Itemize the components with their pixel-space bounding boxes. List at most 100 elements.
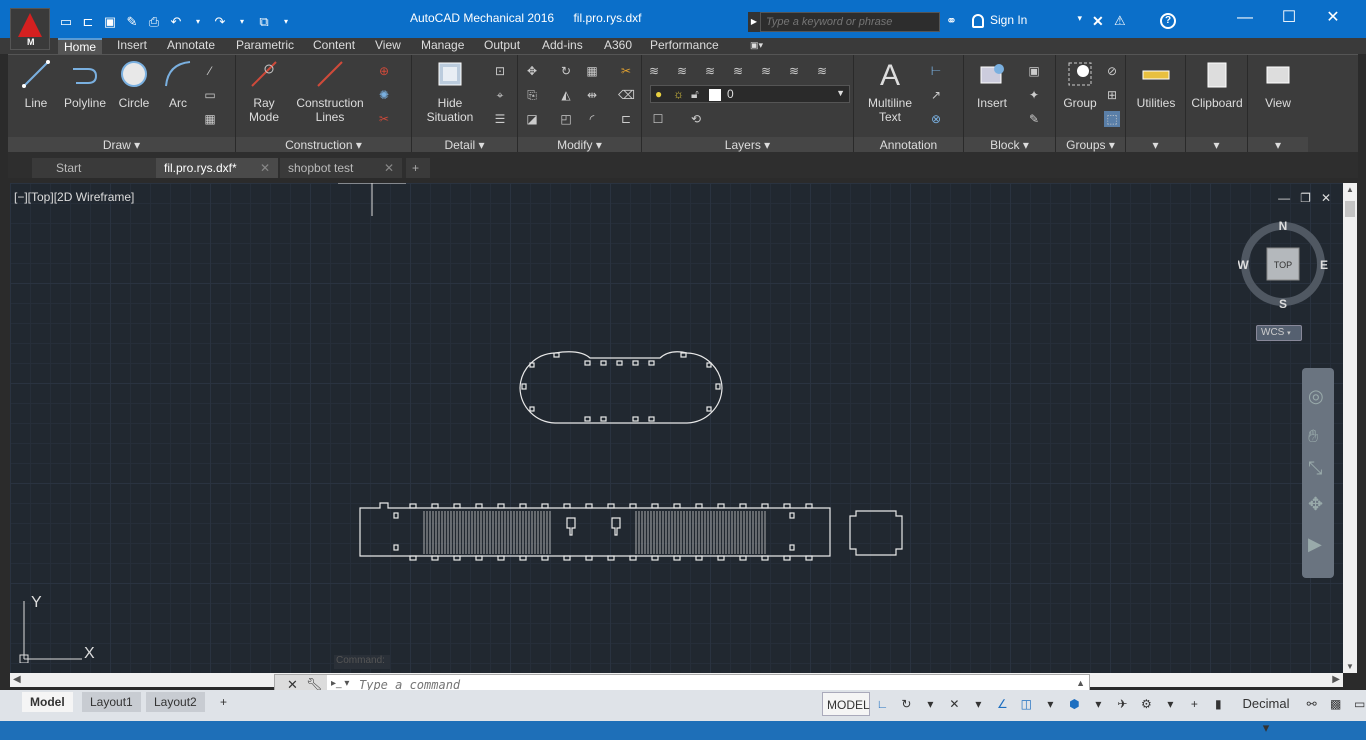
compass-south[interactable]: S [1279, 297, 1287, 309]
workspace-gear-icon[interactable]: ⚙ [1134, 692, 1158, 716]
scroll-left-icon[interactable]: ◀ [13, 674, 21, 685]
layer-previous-icon[interactable]: ≋ [730, 63, 746, 79]
panel-utilities[interactable]: Utilities ▾ [1126, 55, 1186, 153]
stretch-tool-icon[interactable]: ◪ [524, 111, 540, 127]
new-layout-button[interactable]: + [212, 692, 235, 712]
object-snap-dropdown-icon[interactable]: ▾ [1038, 692, 1062, 716]
print-icon[interactable]: ⎙ [146, 14, 162, 30]
view-cube[interactable]: TOP N S E W [1238, 219, 1328, 309]
tab-manage[interactable]: Manage [415, 38, 470, 54]
drawing-area[interactable]: [−][Top][2D Wireframe] — ❐ ✕ TOP N S E W… [10, 183, 1343, 673]
file-tab-shopbot[interactable]: shopbot test ✕ [280, 158, 402, 178]
layer-match-icon[interactable]: ≋ [702, 63, 718, 79]
clipboard-button[interactable]: Clipboard [1188, 59, 1246, 110]
tab-add-ins[interactable]: Add-ins [536, 38, 589, 54]
rotate-icon[interactable]: ↻ [558, 63, 574, 79]
tab-insert[interactable]: Insert [111, 38, 153, 54]
ray-mode-button[interactable]: Ray Mode [244, 59, 284, 124]
tab-performance[interactable]: Performance [644, 38, 725, 54]
new-tab-button[interactable]: + [406, 158, 430, 178]
minimize-button[interactable]: — [1230, 6, 1260, 30]
stretch-icon[interactable]: ⇹ [584, 87, 600, 103]
tab-a360[interactable]: A360 [598, 38, 638, 54]
detail-zoom-icon[interactable]: ⊡ [492, 63, 508, 79]
showmotion-icon[interactable]: ▶ [1308, 534, 1322, 555]
vertical-scroll-thumb[interactable] [1345, 201, 1355, 217]
redo-dropdown-icon[interactable]: ▾ [234, 14, 250, 30]
offset-icon[interactable]: ⊏ [618, 111, 634, 127]
clipboard-expand[interactable]: ▾ [1186, 137, 1247, 153]
hide-situation-button[interactable]: Hide Situation [422, 59, 478, 124]
object-snap-tracking-icon[interactable]: ∠ [990, 692, 1014, 716]
new-file-icon[interactable]: ▭ [58, 14, 74, 30]
utilities-button[interactable]: Utilities [1130, 59, 1182, 110]
close-icon[interactable]: ✕ [384, 158, 394, 178]
annotation-visibility-icon[interactable]: ✈ [1110, 692, 1134, 716]
move-icon[interactable]: ✥ [524, 63, 540, 79]
scroll-down-icon[interactable]: ▼ [1346, 662, 1354, 671]
orbit-icon[interactable]: ✥ [1308, 494, 1323, 515]
polar-dropdown-icon[interactable]: ▾ [918, 692, 942, 716]
application-menu-button[interactable]: M [10, 8, 50, 50]
groups-panel-title[interactable]: Groups ▾ [1056, 137, 1125, 153]
layout-tab-layout2[interactable]: Layout2 [146, 692, 205, 712]
a360-icon[interactable]: ⚠ [1114, 13, 1126, 29]
multiline-text-button[interactable]: A Multiline Text [860, 59, 920, 124]
tab-view[interactable]: View [369, 38, 407, 54]
fillet-icon[interactable]: ◜ [584, 111, 600, 127]
block-panel-title[interactable]: Block ▾ [964, 137, 1055, 153]
rectangle-icon[interactable]: ▭ [202, 87, 218, 103]
tab-parametric[interactable]: Parametric [230, 38, 300, 54]
layer-properties-icon[interactable]: ≋ [646, 63, 662, 79]
polyline-button[interactable]: Polyline [60, 59, 110, 110]
layout-tab-model[interactable]: Model [22, 692, 73, 712]
help-icon[interactable]: ? [1160, 13, 1176, 29]
plot-icon[interactable]: ⧉ [256, 14, 272, 30]
tab-home[interactable]: Home [58, 38, 103, 54]
undo-icon[interactable]: ↶ [168, 14, 184, 30]
detail-scale-icon[interactable]: ⌖ [492, 87, 508, 103]
layers-panel-title[interactable]: Layers ▾ [642, 137, 853, 153]
search-input[interactable] [760, 12, 940, 32]
insert-block-button[interactable]: Insert [970, 59, 1014, 110]
snap-icon[interactable]: ✺ [376, 87, 392, 103]
file-tab-start[interactable]: Start [32, 158, 156, 178]
group-selection-icon[interactable]: ⬚ [1104, 111, 1120, 127]
model-space-button[interactable]: MODEL [822, 692, 871, 716]
layer-isolate-icon[interactable]: ≋ [758, 63, 774, 79]
steering-wheel-icon[interactable]: ◎ [1308, 386, 1324, 407]
save-icon[interactable]: ▣ [102, 14, 118, 30]
close-button[interactable]: ✕ [1318, 6, 1348, 30]
compass-north[interactable]: N [1279, 219, 1288, 233]
erase-icon[interactable]: ⌫ [618, 87, 635, 103]
draw-panel-title[interactable]: Draw ▾ [8, 137, 235, 153]
array-icon[interactable]: ▦ [584, 63, 600, 79]
ortho-icon[interactable]: ∟ [870, 692, 894, 716]
group-button[interactable]: Group [1060, 59, 1100, 110]
view-button[interactable]: View [1252, 59, 1304, 110]
tab-content[interactable]: Content [307, 38, 361, 54]
units-dropdown[interactable]: Decimal ▾ [1230, 692, 1299, 735]
target-icon[interactable]: ⊕ [376, 63, 392, 79]
save-as-icon[interactable]: ✎ [124, 14, 140, 30]
ribbon-minimize-icon[interactable]: ▣▾ [744, 38, 769, 54]
annotation-monitor-icon[interactable]: + [1182, 692, 1206, 716]
copy-icon[interactable]: ⎘ [524, 87, 540, 103]
detail-table-icon[interactable]: ☰ [492, 111, 508, 127]
isodraft-icon[interactable]: ✕ [942, 692, 966, 716]
ungroup-icon[interactable]: ⊘ [1104, 63, 1120, 79]
group-edit-icon[interactable]: ⊞ [1104, 87, 1120, 103]
construction-panel-title[interactable]: Construction ▾ [236, 137, 411, 153]
selection-dropdown-icon[interactable]: ▾ [1086, 692, 1110, 716]
block-attribute-icon[interactable]: ✎ [1026, 111, 1042, 127]
scale-icon[interactable]: ◰ [558, 111, 574, 127]
selection-cycling-icon[interactable]: ⬢ [1062, 692, 1086, 716]
utilities-expand[interactable]: ▾ [1126, 137, 1185, 153]
layer-freeze-icon[interactable]: ≋ [814, 63, 830, 79]
redo-icon[interactable]: ↷ [212, 14, 228, 30]
command-history-icon[interactable]: ▲ [1076, 678, 1085, 688]
isodraft-dropdown-icon[interactable]: ▾ [966, 692, 990, 716]
modify-panel-title[interactable]: Modify ▾ [518, 137, 641, 153]
create-block-icon[interactable]: ▣ [1026, 63, 1042, 79]
leader-icon[interactable]: ↗ [928, 87, 944, 103]
